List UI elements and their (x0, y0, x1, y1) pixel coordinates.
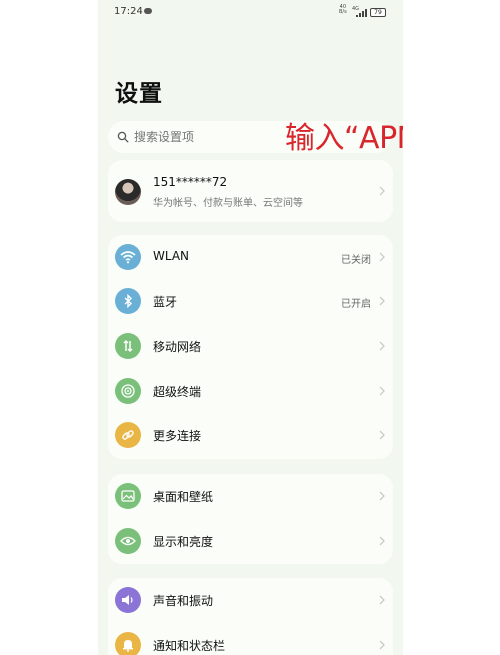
signal-icon (356, 9, 367, 17)
settings-item-label: 蓝牙 (153, 295, 178, 309)
status-time: 17:24 (114, 6, 143, 17)
speaker-icon (115, 587, 141, 613)
settings-item-value: 已关闭 (341, 255, 371, 266)
settings-item-label: 更多连接 (153, 429, 202, 443)
settings-item-label: WLAN (153, 249, 190, 263)
super-device-icon (115, 378, 141, 404)
chevron-right-icon (379, 595, 385, 605)
mobile-network-icon (115, 333, 141, 359)
chevron-right-icon (379, 640, 385, 650)
settings-item-notifications[interactable]: 通知和状态栏 (108, 623, 393, 655)
settings-item-label: 桌面和壁纸 (153, 490, 214, 504)
settings-item-wlan[interactable]: WLAN 已关闭 (108, 235, 393, 279)
overlay-annotation: 输入“APN” (285, 121, 403, 156)
chevron-right-icon (379, 430, 385, 440)
settings-item-sound-vibration[interactable]: 声音和振动 (108, 578, 393, 622)
battery-icon: 79 (370, 8, 386, 17)
sound-card: 声音和振动 通知和状态栏 (108, 578, 393, 655)
link-icon (115, 422, 141, 448)
settings-item-label: 移动网络 (153, 340, 202, 354)
settings-item-wallpaper[interactable]: 桌面和壁纸 (108, 474, 393, 518)
chevron-right-icon (379, 296, 385, 306)
network-speed: 40 B/s (339, 5, 347, 15)
account-card[interactable]: 151******72 华为帐号、付款与账单、云空间等 (108, 160, 393, 222)
chat-notification-icon (144, 8, 152, 14)
chevron-right-icon (379, 491, 385, 501)
settings-item-more-connections[interactable]: 更多连接 (108, 413, 393, 457)
settings-screen: 17:24 40 B/s 4G 79 设置 输入“APN” 151******7… (98, 0, 403, 655)
network-speed-unit: B/s (339, 9, 347, 15)
chevron-right-icon (379, 252, 385, 262)
bell-icon (115, 632, 141, 655)
account-description: 华为帐号、付款与账单、云空间等 (153, 198, 303, 209)
wallpaper-icon (115, 483, 141, 509)
account-name: 151******72 (153, 175, 228, 189)
chevron-right-icon (379, 186, 385, 196)
bluetooth-icon (115, 288, 141, 314)
display-card: 桌面和壁纸 显示和亮度 (108, 474, 393, 564)
status-bar: 17:24 40 B/s 4G 79 (98, 0, 403, 26)
settings-item-value: 已开启 (341, 299, 371, 310)
settings-item-label: 声音和振动 (153, 594, 214, 608)
settings-item-label: 显示和亮度 (153, 535, 214, 549)
avatar (115, 179, 141, 205)
settings-item-super-device[interactable]: 超级终端 (108, 369, 393, 413)
page-title: 设置 (115, 81, 163, 107)
wifi-icon (115, 244, 141, 270)
eye-icon (115, 528, 141, 554)
settings-item-display-brightness[interactable]: 显示和亮度 (108, 519, 393, 563)
settings-item-label: 超级终端 (153, 385, 202, 399)
chevron-right-icon (379, 341, 385, 351)
connections-card: WLAN 已关闭 蓝牙 已开启 移动网络 超级终端 更多连接 (108, 235, 393, 459)
settings-item-label: 通知和状态栏 (153, 639, 226, 653)
chevron-right-icon (379, 536, 385, 546)
search-icon (117, 131, 129, 143)
chevron-right-icon (379, 386, 385, 396)
settings-item-mobile-network[interactable]: 移动网络 (108, 324, 393, 368)
settings-item-bluetooth[interactable]: 蓝牙 已开启 (108, 279, 393, 323)
